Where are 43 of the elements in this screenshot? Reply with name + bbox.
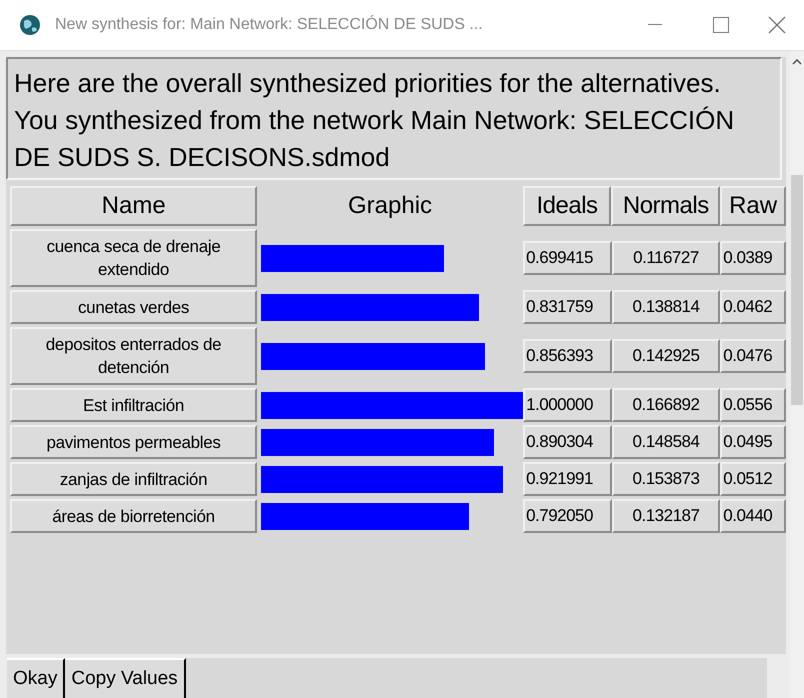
normals-cell: 0.153873: [612, 462, 720, 496]
column-header: Raw: [720, 186, 786, 226]
ideals-cell: 0.831759: [523, 290, 612, 324]
normals-cell: 0.166892: [612, 388, 720, 422]
name-cell: pavimentos permeables: [10, 425, 258, 459]
window-title: New synthesis for: Main Network: SELECCIÓN DE SUDS ...: [55, 14, 483, 35]
normals-cell: 0.138814: [612, 290, 720, 324]
raw-cell: 0.0440: [720, 499, 786, 533]
column-header: Graphic: [346, 191, 434, 221]
scroll-up-icon[interactable]: [792, 59, 802, 65]
ideals-cell: 0.792050: [523, 499, 612, 533]
raw-cell: 0.0462: [720, 290, 786, 324]
close-icon: [768, 16, 786, 34]
ideals-cell: 0.856393: [523, 339, 612, 373]
name-cell: cunetas verdes: [10, 290, 258, 324]
dialog-button[interactable]: Copy Values: [65, 658, 186, 698]
column-header: Normals: [611, 186, 720, 226]
normals-cell: 0.148584: [612, 425, 720, 459]
ideals-cell: 0.890304: [523, 425, 612, 459]
column-header: Name: [10, 186, 258, 226]
raw-cell: 0.0389: [720, 241, 786, 275]
column-header: Ideals: [522, 186, 612, 226]
name-cell: depositos enterrados de detención: [10, 327, 258, 385]
ideals-cell: 0.699415: [523, 241, 612, 275]
name-cell: zanjas de infiltración: [10, 462, 258, 496]
minimize-icon: [648, 24, 662, 26]
raw-cell: 0.0512: [720, 462, 786, 496]
name-cell: áreas de biorretención: [10, 499, 258, 533]
ideals-cell: 1.000000: [523, 388, 612, 422]
globe-icon: [19, 14, 41, 36]
normals-cell: 0.142925: [612, 339, 720, 373]
dialog-button[interactable]: Okay: [7, 658, 66, 698]
name-cell: cuenca seca de drenaje extendido: [10, 229, 258, 287]
name-cell: Est infiltración: [10, 388, 258, 422]
maximize-icon: [713, 17, 729, 33]
normals-cell: 0.132187: [612, 499, 720, 533]
raw-cell: 0.0556: [720, 388, 786, 422]
raw-cell: 0.0495: [720, 425, 786, 459]
normals-cell: 0.116727: [612, 241, 720, 275]
scrollbar[interactable]: [790, 51, 804, 698]
synthesis-message: Here are the overall synthesized priorities for the alternatives. You synthesized from the network Main Network: SELECCIÓN DE SUDS S. DECISONS.sdmod: [6, 57, 782, 180]
ideals-cell: 0.921991: [523, 462, 612, 496]
raw-cell: 0.0476: [720, 339, 786, 373]
